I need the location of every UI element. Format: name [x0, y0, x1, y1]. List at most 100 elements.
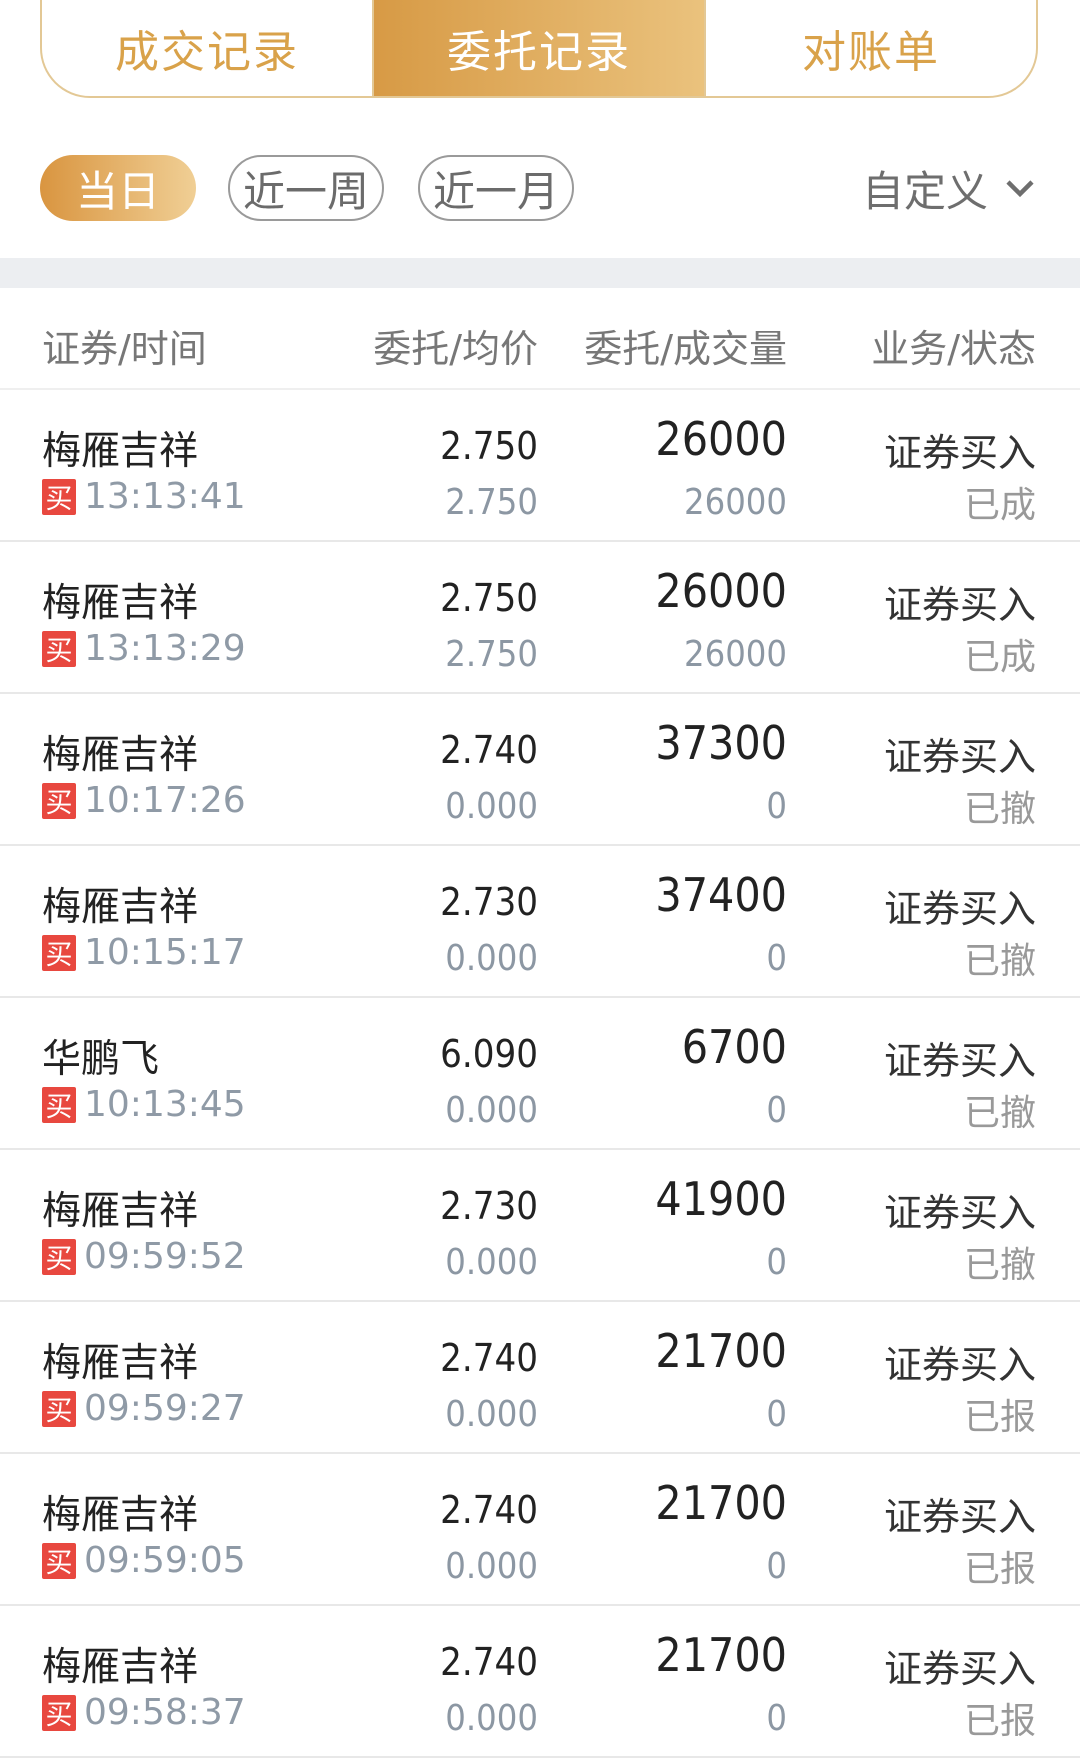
- order-status: 已撤: [963, 941, 1036, 982]
- order-quantity: 21700: [655, 1628, 787, 1682]
- average-price: 2.750: [445, 482, 538, 523]
- security-name: 梅雁吉祥: [42, 429, 199, 474]
- header-business-status: 业务/状态: [871, 327, 1036, 371]
- buy-badge: 买: [42, 934, 76, 971]
- security-name: 梅雁吉祥: [42, 1189, 199, 1234]
- average-price: 2.750: [445, 634, 538, 675]
- filled-quantity: 26000: [683, 482, 787, 523]
- order-time-group: 买 13:13:29: [42, 628, 246, 669]
- order-quantity: 26000: [655, 412, 787, 466]
- filled-quantity: 0: [766, 1698, 787, 1739]
- filled-quantity: 0: [766, 1394, 787, 1435]
- filled-quantity: 0: [766, 1090, 787, 1131]
- average-price: 0.000: [445, 938, 538, 979]
- order-time: 09:59:27: [84, 1388, 246, 1429]
- buy-badge: 买: [42, 478, 76, 515]
- tab-trade-records[interactable]: 成交记录: [42, 0, 372, 96]
- order-time-group: 买 13:13:41: [42, 476, 246, 517]
- order-time-group: 买 09:58:37: [42, 1692, 246, 1733]
- order-quantity: 21700: [655, 1324, 787, 1378]
- business-type: 证券买入: [883, 1647, 1036, 1691]
- filled-quantity: 0: [766, 1546, 787, 1587]
- filter-today-button[interactable]: 当日: [40, 155, 196, 221]
- average-price: 0.000: [445, 1698, 538, 1739]
- order-price: 2.740: [440, 1336, 538, 1380]
- average-price: 0.000: [445, 786, 538, 827]
- order-time: 10:17:26: [84, 780, 246, 821]
- order-status: 已报: [963, 1397, 1036, 1438]
- order-status: 已撤: [963, 1245, 1036, 1286]
- buy-badge: 买: [42, 1086, 76, 1123]
- table-row[interactable]: 华鹏飞 6.090 0.000 6700 0 证券买入 已撤 买 10:13:45: [0, 998, 1080, 1150]
- average-price: 0.000: [445, 1090, 538, 1131]
- security-name: 梅雁吉祥: [42, 1645, 199, 1690]
- header-security-time: 证券/时间: [42, 327, 207, 371]
- buy-badge: 买: [42, 630, 76, 667]
- business-type: 证券买入: [883, 887, 1036, 931]
- buy-badge: 买: [42, 1694, 76, 1731]
- order-quantity: 21700: [655, 1476, 787, 1530]
- security-name: 梅雁吉祥: [42, 581, 199, 626]
- order-quantity: 37400: [655, 868, 787, 922]
- table-header: 证券/时间 委托/均价 委托/成交量 业务/状态: [0, 288, 1080, 390]
- business-type: 证券买入: [883, 1039, 1036, 1083]
- business-type: 证券买入: [883, 1495, 1036, 1539]
- header-volume: 委托/成交量: [584, 327, 787, 371]
- business-type: 证券买入: [883, 583, 1036, 627]
- table-row[interactable]: 梅雁吉祥 2.750 2.750 26000 26000 证券买入 已成 买 13:13:29: [0, 542, 1080, 694]
- order-time: 09:59:05: [84, 1540, 246, 1581]
- table-row[interactable]: 梅雁吉祥 2.730 0.000 37400 0 证券买入已撤 买 10:15:17: [0, 846, 1080, 998]
- order-time: 09:58:37: [84, 1692, 246, 1733]
- order-price: 2.750: [440, 424, 538, 468]
- filter-custom-label: 自定义: [861, 166, 988, 216]
- order-price: 2.740: [440, 1488, 538, 1532]
- order-time-group: 买 09:59:27: [42, 1388, 246, 1429]
- business-type: 证券买入: [883, 1343, 1036, 1387]
- order-status: 已撤: [963, 1093, 1036, 1134]
- buy-badge: 买: [42, 782, 76, 819]
- filled-quantity: 26000: [683, 634, 787, 675]
- order-time-group: 买 10:13:45: [42, 1084, 246, 1125]
- order-price: 2.740: [440, 728, 538, 772]
- filter-custom-dropdown[interactable]: 自定义: [862, 155, 1038, 221]
- filled-quantity: 0: [766, 1242, 787, 1283]
- business-type: 证券买入: [883, 735, 1036, 779]
- filled-quantity: 0: [766, 938, 787, 979]
- order-status: 已报: [963, 1701, 1036, 1742]
- order-price: 2.750: [440, 576, 538, 620]
- period-filter: 当日 近一周 近一月 自定义: [40, 155, 1038, 223]
- table-row[interactable]: 梅雁吉祥 2.750 2.750 26000 26000 证券买入 已成 买 13:13:41: [0, 390, 1080, 542]
- order-price: 2.740: [440, 1640, 538, 1684]
- buy-badge: 买: [42, 1238, 76, 1275]
- order-status: 已报: [963, 1549, 1036, 1590]
- order-time: 09:59:52: [84, 1236, 246, 1277]
- order-time-group: 买 10:17:26: [42, 780, 246, 821]
- order-time-group: 买 09:59:05: [42, 1540, 246, 1581]
- order-time-group: 买 10:15:17: [42, 932, 246, 973]
- order-price: 2.730: [440, 880, 538, 924]
- table-row[interactable]: 梅雁吉祥 2.740 0.000 21700 0 证券买入已报 买 09:58:37: [0, 1606, 1080, 1758]
- table-row[interactable]: 梅雁吉祥 2.740 0.000 21700 0 证券买入 已报 买 09:59:05: [0, 1454, 1080, 1606]
- tab-order-records[interactable]: 委托记录: [374, 0, 704, 96]
- order-time: 13:13:41: [84, 476, 246, 517]
- filter-month-button[interactable]: 近一月: [418, 155, 574, 221]
- average-price: 0.000: [445, 1394, 538, 1435]
- table-row[interactable]: 梅雁吉祥 2.740 0.000 37300 0 证券买入 已撤 买 10:17:26: [0, 694, 1080, 846]
- security-name: 梅雁吉祥: [42, 733, 199, 778]
- order-time: 10:15:17: [84, 932, 246, 973]
- order-price: 2.730: [440, 1184, 538, 1228]
- order-status: 已撤: [963, 789, 1036, 830]
- order-quantity: 26000: [655, 564, 787, 618]
- security-name: 梅雁吉祥: [42, 885, 199, 930]
- section-divider: [0, 258, 1080, 288]
- business-type: 证券买入: [883, 1191, 1036, 1235]
- chevron-down-icon: [1006, 180, 1034, 198]
- filter-week-button[interactable]: 近一周: [228, 155, 384, 221]
- order-time: 13:13:29: [84, 628, 246, 669]
- average-price: 0.000: [445, 1546, 538, 1587]
- table-row[interactable]: 梅雁吉祥 2.730 0.000 41900 0 证券买入 已撤 买 09:59:52: [0, 1150, 1080, 1302]
- tab-statement[interactable]: 对账单: [706, 0, 1036, 96]
- order-status: 已成: [963, 485, 1036, 526]
- buy-badge: 买: [42, 1542, 76, 1579]
- table-row[interactable]: 梅雁吉祥 2.740 0.000 21700 0 证券买入 已报 买 09:59:27: [0, 1302, 1080, 1454]
